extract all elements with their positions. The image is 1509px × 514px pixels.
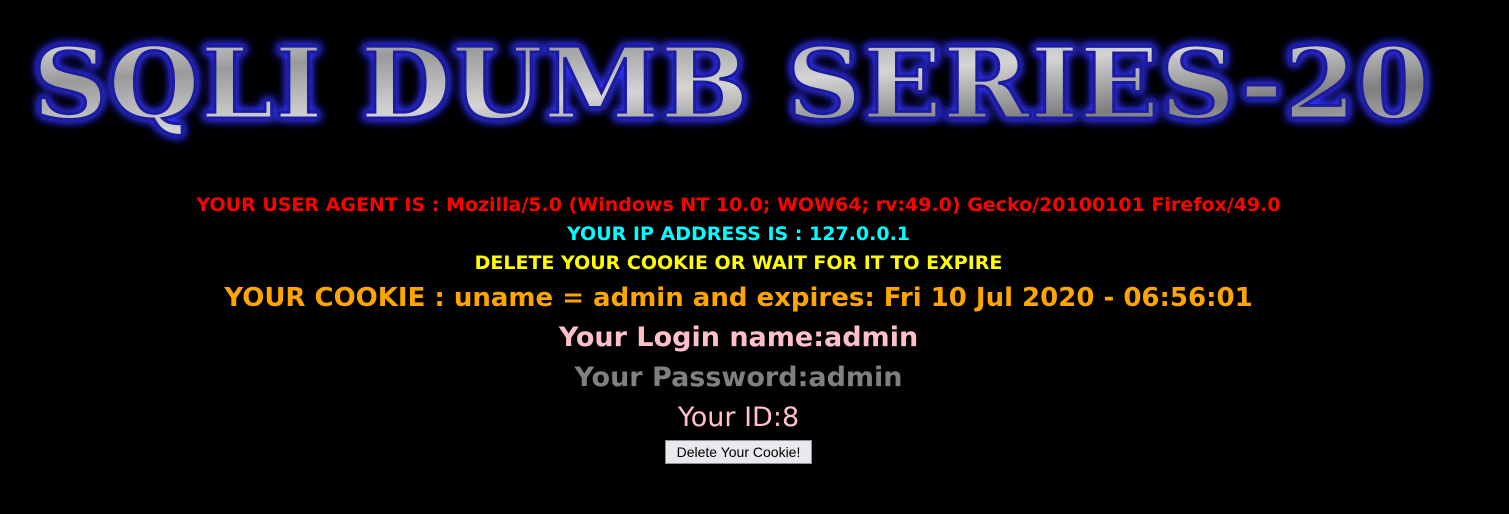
delete-cookie-form: Delete Your Cookie! [0,440,1477,464]
delete-notice-text: DELETE YOUR COOKIE OR WAIT FOR IT TO EXP… [474,252,1003,274]
ip-address-text: YOUR IP ADDRESS IS : 127.0.0.1 [566,223,911,245]
page: SQLI DUMB SERIES-20 YOUR USER AGENT IS :… [0,0,1509,514]
user-id-text: Your ID:8 [677,402,800,433]
delete-cookie-button[interactable]: Delete Your Cookie! [664,440,813,464]
info-panel: YOUR USER AGENT IS : Mozilla/5.0 (Window… [0,190,1477,464]
password-text: Your Password:admin [574,362,903,393]
login-name-text: Your Login name:admin [558,322,919,353]
cookie-text: YOUR COOKIE : uname = admin and expires:… [224,283,1253,313]
title-banner: SQLI DUMB SERIES-20 [31,26,1432,144]
user-agent-text: YOUR USER AGENT IS : Mozilla/5.0 (Window… [196,194,1281,216]
banner-title: SQLI DUMB SERIES-20 [32,27,1430,142]
